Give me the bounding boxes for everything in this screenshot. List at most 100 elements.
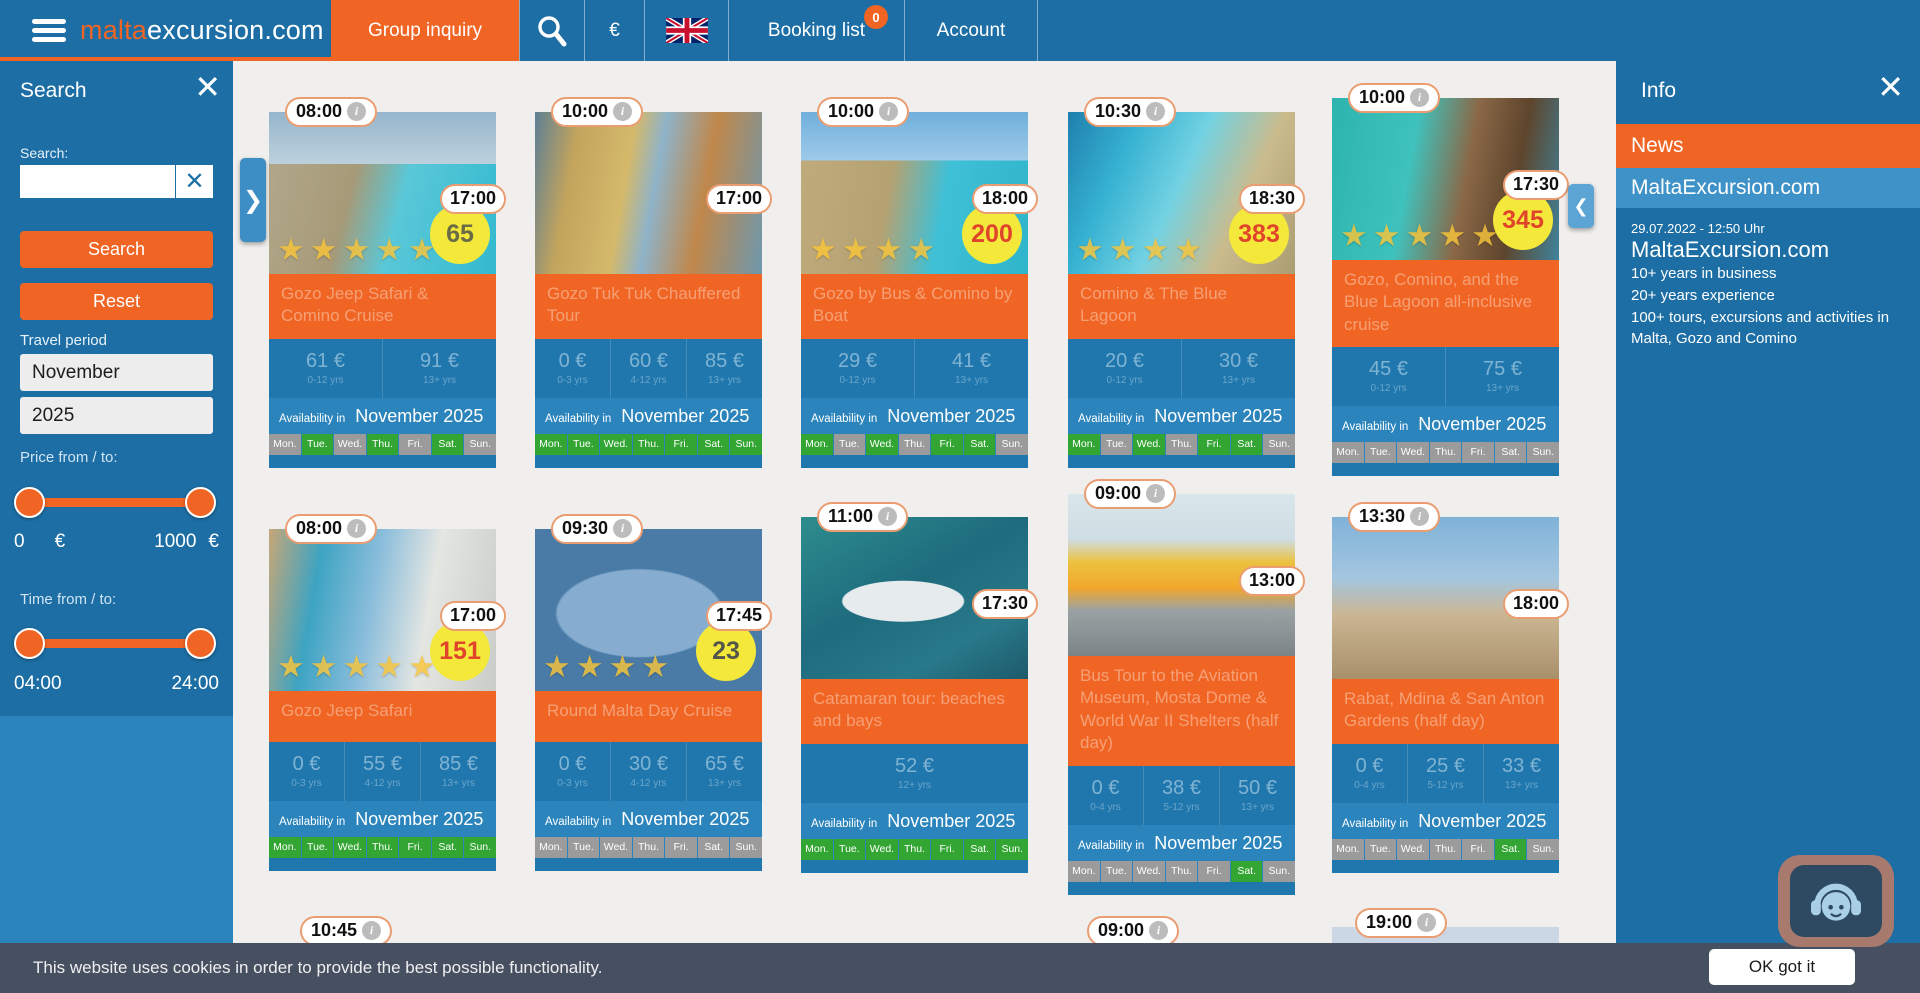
info-icon[interactable]: i xyxy=(1410,507,1429,526)
start-time-badge[interactable]: 10:00 i xyxy=(817,97,909,127)
search-input[interactable] xyxy=(20,165,175,198)
language-button[interactable] xyxy=(644,0,728,61)
start-time-badge[interactable]: 09:30 i xyxy=(551,514,643,544)
start-time-badge[interactable]: 11:00 i xyxy=(817,502,908,532)
excursion-card[interactable]: 11:00 i 17:30 Catamaran tour: beaches an… xyxy=(801,517,1028,873)
info-icon[interactable]: i xyxy=(1410,88,1429,107)
price-min-handle[interactable] xyxy=(14,487,45,518)
currency-button[interactable]: € xyxy=(584,0,644,61)
weekday-availability: Mon.Tue.Wed.Thu.Fri.Sat.Sun. xyxy=(801,434,1028,455)
start-time-badge[interactable]: 10:30 i xyxy=(1084,97,1176,127)
price-tier: 61 €0-12 yrs xyxy=(269,339,383,398)
malta-excursion-app: maltaexcursion.com Group inquiry € Booki… xyxy=(0,0,1920,993)
info-menu-news[interactable]: News xyxy=(1616,124,1920,168)
sidebar-title: Search xyxy=(20,79,87,103)
weekday-chip: Fri. xyxy=(1198,434,1230,455)
info-icon[interactable]: i xyxy=(1146,484,1165,503)
start-time-badge[interactable]: 09:00i xyxy=(1087,916,1179,946)
time-max-handle[interactable] xyxy=(185,628,216,659)
start-time: 11:00 xyxy=(828,506,873,528)
excursion-card[interactable]: 08:00 i 17:00 ★★★★★ 151 Gozo Jeep Safari… xyxy=(269,529,496,871)
clear-search-icon[interactable]: ✕ xyxy=(175,165,213,198)
info-icon[interactable]: i xyxy=(1417,913,1436,932)
card-title[interactable]: Gozo Jeep Safari xyxy=(269,691,496,742)
info-icon[interactable]: i xyxy=(878,507,897,526)
card-title[interactable]: Round Malta Day Cruise xyxy=(535,691,762,742)
start-time-badge[interactable]: 10:00 i xyxy=(1348,83,1440,113)
collapse-info-chevron[interactable]: ❮ xyxy=(1568,184,1594,228)
card-title[interactable]: Gozo Tuk Tuk Chauffered Tour xyxy=(535,274,762,339)
info-icon[interactable]: i xyxy=(879,102,898,121)
results-area: 08:00 i 17:00 ★★★★★ 65 Gozo Jeep Safari … xyxy=(233,61,1616,993)
excursion-card[interactable]: 10:00 i 17:00 Gozo Tuk Tuk Chauffered To… xyxy=(535,112,762,468)
info-menu-site[interactable]: MaltaExcursion.com xyxy=(1616,168,1920,208)
price-range-values: 0 € 1000 € xyxy=(14,531,219,553)
excursion-card[interactable]: 09:00 i 13:00 Bus Tour to the Aviation M… xyxy=(1068,494,1295,895)
booking-list-button[interactable]: Booking list 0 xyxy=(728,0,904,61)
price-max-handle[interactable] xyxy=(185,487,216,518)
start-time-badge[interactable]: 08:00 i xyxy=(285,97,377,127)
search-button[interactable]: Search xyxy=(20,231,213,268)
expand-sidebar-chevron[interactable]: ❯ xyxy=(240,158,266,242)
card-title[interactable]: Gozo by Bus & Comino by Boat xyxy=(801,274,1028,339)
group-inquiry-button[interactable]: Group inquiry xyxy=(331,0,519,61)
weekday-chip: Tue. xyxy=(568,434,600,455)
card-title[interactable]: Gozo, Comino, and the Blue Lagoon all-in… xyxy=(1332,260,1559,347)
price-tiers: 0 €0-4 yrs38 €5-12 yrs50 €13+ yrs xyxy=(1068,766,1295,825)
info-icon[interactable]: i xyxy=(1149,921,1168,940)
availability-row: Availability in November 2025 xyxy=(801,803,1028,839)
card-title[interactable]: Comino & The Blue Lagoon xyxy=(1068,274,1295,339)
card-image-wrap: 10:00 i 17:00 xyxy=(535,112,762,274)
start-time-badge[interactable]: 09:00 i xyxy=(1084,479,1176,509)
start-time-badge[interactable]: 08:00 i xyxy=(285,514,377,544)
reset-button[interactable]: Reset xyxy=(20,283,213,320)
time-min-handle[interactable] xyxy=(14,628,45,659)
start-time-badge[interactable]: 13:30 i xyxy=(1348,502,1440,532)
info-icon[interactable]: i xyxy=(1146,102,1165,121)
end-time: 18:00 xyxy=(982,188,1028,210)
info-icon[interactable]: i xyxy=(613,102,632,121)
info-icon[interactable]: i xyxy=(362,921,381,940)
card-title[interactable]: Bus Tour to the Aviation Museum, Mosta D… xyxy=(1068,656,1295,766)
sidebar-close-icon[interactable]: ✕ xyxy=(194,71,221,103)
support-chat-widget[interactable] xyxy=(1778,855,1894,947)
excursion-card[interactable]: 13:30 i 18:00 Rabat, Mdina & San Anton G… xyxy=(1332,517,1559,873)
time-min-value: 04:00 xyxy=(14,673,62,695)
excursion-card[interactable]: 10:00 i 18:00 ★★★★ 200 Gozo by Bus & Com… xyxy=(801,112,1028,468)
price-tier: 85 €13+ yrs xyxy=(687,339,762,398)
start-time-badge[interactable]: 19:00i xyxy=(1355,908,1447,938)
availability-month: November 2025 xyxy=(1418,811,1546,832)
info-close-icon[interactable]: ✕ xyxy=(1877,71,1904,103)
cookie-accept-button[interactable]: OK got it xyxy=(1709,949,1855,985)
card-title[interactable]: Rabat, Mdina & San Anton Gardens (half d… xyxy=(1332,679,1559,744)
excursion-card[interactable]: 10:30 i 18:30 ★★★★ 383 Comino & The Blue… xyxy=(1068,112,1295,468)
card-title[interactable]: Catamaran tour: beaches and bays xyxy=(801,679,1028,744)
menu-button[interactable] xyxy=(0,0,66,61)
info-icon[interactable]: i xyxy=(347,519,366,538)
start-time: 10:00 xyxy=(1359,87,1405,109)
info-icon[interactable]: i xyxy=(347,102,366,121)
month-select[interactable]: November xyxy=(20,354,213,391)
weekday-chip: Fri. xyxy=(399,837,431,858)
excursion-card[interactable]: 09:30 i 17:45 ★★★★ 23 Round Malta Day Cr… xyxy=(535,529,762,871)
site-logo[interactable]: maltaexcursion.com xyxy=(66,0,331,61)
year-select[interactable]: 2025 xyxy=(20,397,213,434)
travel-period-label: Travel period xyxy=(20,332,107,349)
card-title[interactable]: Gozo Jeep Safari & Comino Cruise xyxy=(269,274,496,339)
search-nav-button[interactable] xyxy=(519,0,584,61)
excursion-card[interactable]: 10:00 i 17:30 ★★★★★ 345 Gozo, Comino, an… xyxy=(1332,98,1559,476)
price-tier: 25 €5-12 yrs xyxy=(1408,744,1484,803)
info-icon[interactable]: i xyxy=(613,519,632,538)
excursion-card[interactable]: 08:00 i 17:00 ★★★★★ 65 Gozo Jeep Safari … xyxy=(269,112,496,468)
start-time-badge[interactable]: 10:45i xyxy=(300,916,392,946)
weekday-chip: Tue. xyxy=(1365,442,1397,463)
weekday-chip: Mon. xyxy=(535,434,567,455)
weekday-chip: Sun. xyxy=(996,839,1028,860)
hamburger-icon[interactable] xyxy=(32,19,66,42)
start-time: 10:30 xyxy=(1095,101,1141,123)
start-time-badge[interactable]: 10:00 i xyxy=(551,97,643,127)
account-button[interactable]: Account xyxy=(904,0,1038,61)
end-time: 17:30 xyxy=(1513,174,1559,196)
price-range-label: Price from / to: xyxy=(20,449,118,466)
weekday-chip: Tue. xyxy=(834,434,866,455)
